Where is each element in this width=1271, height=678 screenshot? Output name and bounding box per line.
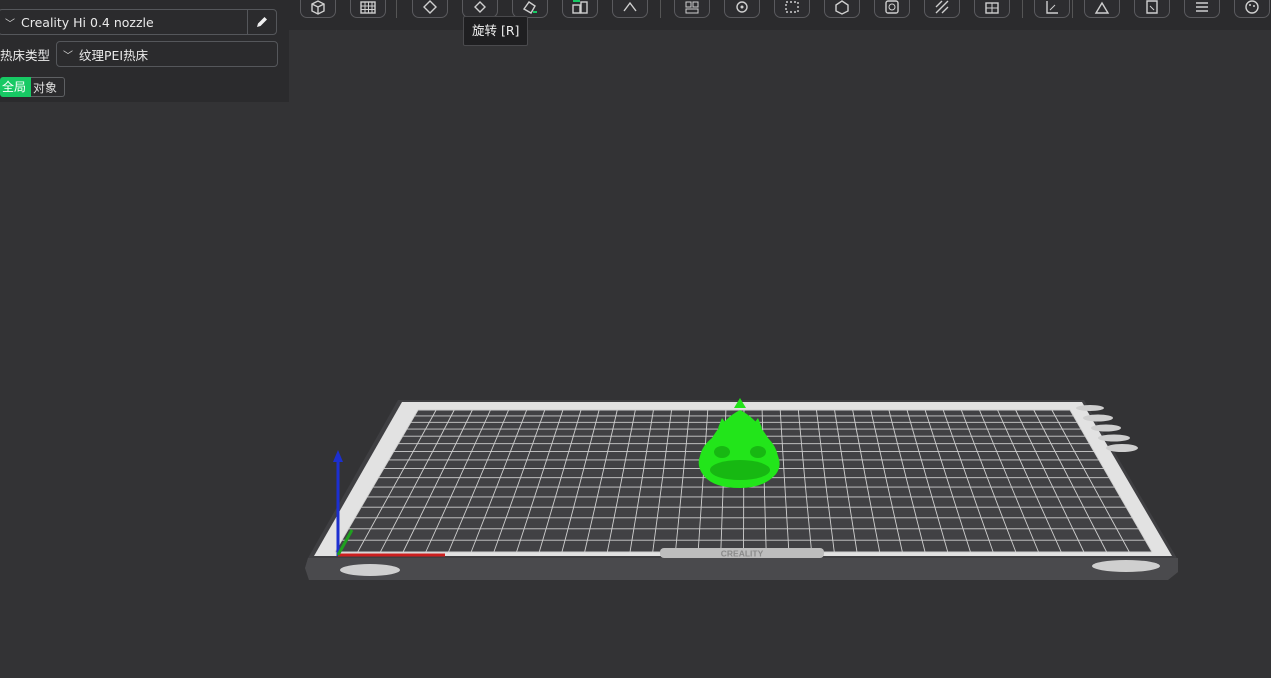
scale-icon [1046, 1, 1058, 14]
auto-orient-button[interactable] [412, 0, 448, 18]
auto-orient-icon [423, 0, 437, 14]
support-paint-icon [785, 1, 799, 13]
tab-object[interactable]: 对象 [31, 77, 65, 97]
seam-paint-icon [835, 0, 849, 15]
mmu-paint-icon [1196, 2, 1208, 12]
chevron-down-icon: ﹀ [63, 50, 73, 62]
support-paint-button[interactable] [774, 0, 810, 18]
text-emboss-button[interactable] [974, 0, 1010, 18]
chevron-down-icon: ﹀ [5, 18, 15, 30]
toolbar-icon [1245, 0, 1259, 14]
color-paint-icon [885, 0, 899, 14]
bed-type-label: 热床类型 [0, 48, 51, 63]
rotate-tooltip: 旋转 [R] [463, 16, 529, 46]
cut-button[interactable] [612, 0, 648, 18]
toolbar-separator [660, 0, 661, 18]
bed-brand-text: CREALITY [721, 549, 764, 559]
add-cube-icon [311, 0, 325, 15]
rotate-icon [474, 1, 486, 13]
layers-icon [1146, 0, 1158, 14]
printer-select[interactable]: ﹀ Creality Hi 0.4 nozzle [0, 9, 248, 35]
bed-type-select[interactable]: ﹀ 纹理PEI热床 [56, 41, 278, 67]
seam-paint-button[interactable] [824, 0, 860, 18]
tab-global[interactable]: 全局 [0, 77, 31, 97]
split-objects-icon [572, 0, 588, 14]
edit-printer-button[interactable] [247, 9, 277, 35]
scale-button[interactable] [1034, 0, 1070, 18]
lay-on-face-icon [522, 1, 537, 14]
split-objects-button[interactable] [562, 0, 598, 18]
arrange-grid-icon [360, 1, 376, 14]
arrange-grid-button[interactable] [350, 0, 386, 18]
color-paint-button[interactable] [874, 0, 910, 18]
text-emboss-icon [985, 2, 999, 14]
assembly-icon [736, 1, 748, 13]
toolbar-separator [396, 0, 397, 18]
measure-button[interactable] [674, 0, 710, 18]
toolbar-separator [1072, 0, 1073, 18]
add-cube-button[interactable] [300, 0, 336, 18]
layers-button[interactable] [1134, 0, 1170, 18]
assembly-button[interactable] [724, 0, 760, 18]
pencil-icon [257, 17, 267, 27]
hollow-icon [935, 0, 949, 14]
variable-layer-icon [1094, 1, 1110, 14]
settings-scope-tabs: 全局 对象 [0, 77, 65, 97]
printer-select-value: Creality Hi 0.4 nozzle [21, 14, 154, 30]
hollow-button[interactable] [924, 0, 960, 18]
variable-layer-button[interactable] [1084, 0, 1120, 18]
bed-type-value: 纹理PEI热床 [79, 47, 149, 63]
left-settings-panel: ﹀ Creality Hi 0.4 nozzle 热床类型 ﹀ 纹理PEI热床 … [0, 0, 289, 102]
mmu-paint-button[interactable] [1184, 0, 1220, 18]
toolbar-button[interactable] [1234, 0, 1270, 18]
cut-icon [623, 1, 637, 12]
toolbar-separator [1022, 0, 1023, 18]
measure-icon [685, 1, 699, 14]
